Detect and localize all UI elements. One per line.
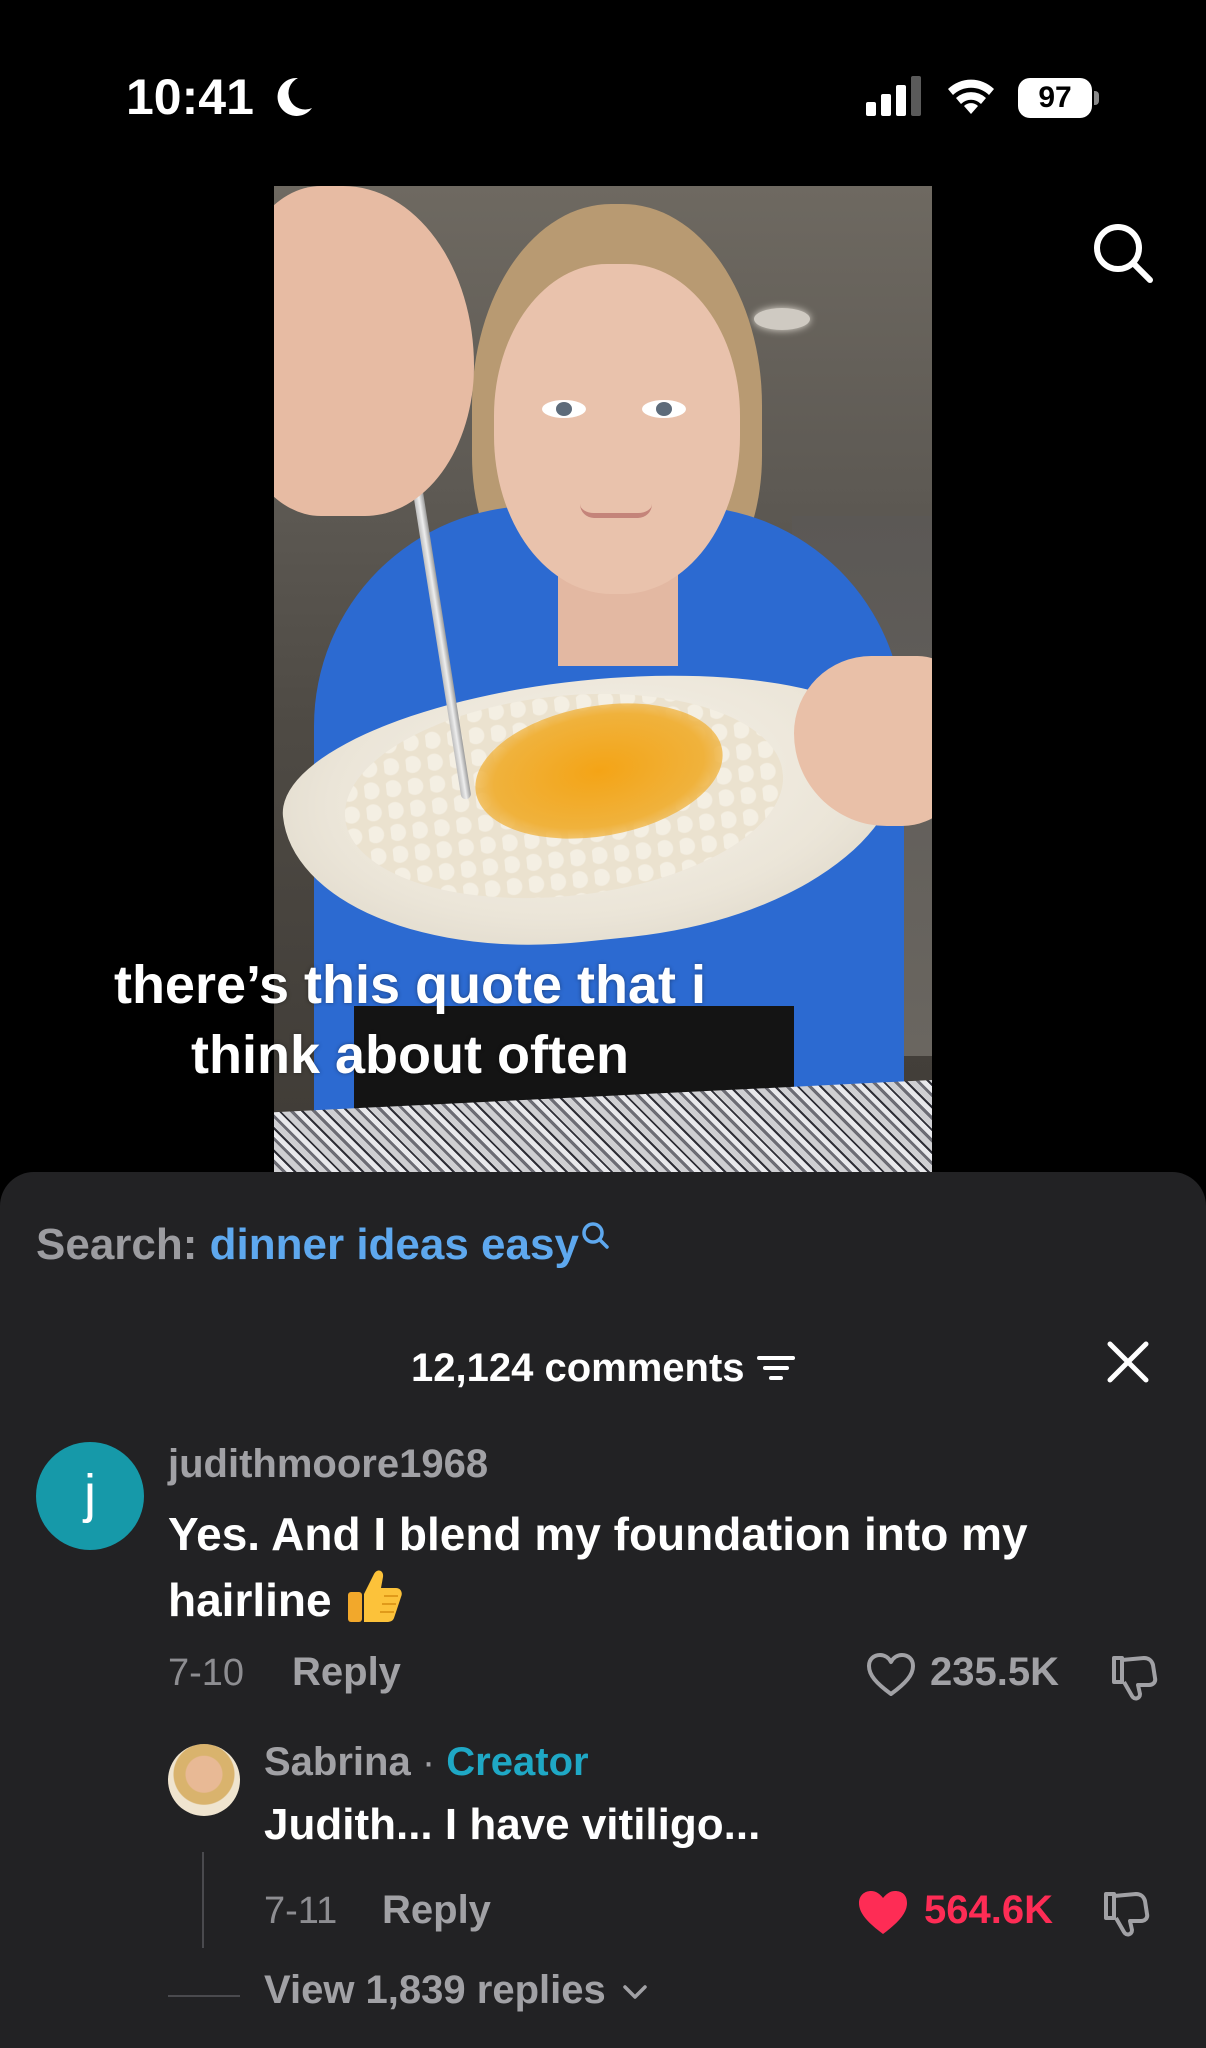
video-person-mouth	[580, 504, 652, 518]
reply-avatar[interactable]	[168, 1744, 240, 1816]
video-person-eye-right	[642, 400, 686, 418]
caption-line-2: think about often	[191, 1025, 629, 1085]
separator-dot: ·	[421, 1740, 436, 1784]
thumbs-up-icon	[348, 1570, 403, 1622]
status-time: 10:41	[126, 69, 254, 125]
chevron-down-icon	[623, 1985, 647, 2000]
video-person-eye-left	[542, 400, 586, 418]
search-label: Search:	[36, 1220, 210, 1269]
sort-icon[interactable]	[756, 1353, 795, 1383]
video-person-face	[494, 264, 740, 594]
dislike-icon[interactable]	[1108, 1652, 1158, 1702]
tiktok-comments-screen: 10:41 97 there’s this quote that i think…	[0, 0, 1206, 2048]
video-ceiling-light	[754, 308, 810, 330]
reply-username-row[interactable]: Sabrina · Creator	[264, 1740, 589, 1785]
thread-line	[202, 1852, 204, 1948]
heart-filled-icon[interactable]	[856, 1888, 910, 1938]
search-icon[interactable]	[1090, 220, 1156, 286]
creator-badge: Creator	[446, 1740, 589, 1784]
reply-like-count: 564.6K	[924, 1888, 1053, 1932]
search-query-link[interactable]: dinner ideas easy	[210, 1220, 579, 1269]
moon-icon	[277, 77, 312, 116]
wifi-icon	[948, 79, 994, 114]
reply-date: 7-11	[264, 1890, 338, 1932]
close-icon[interactable]	[1104, 1338, 1152, 1386]
comments-count: 12,124 comments	[411, 1346, 745, 1390]
reply-button[interactable]: Reply	[292, 1650, 401, 1695]
view-replies-label[interactable]: View 1,839 replies	[264, 1968, 606, 2012]
divider	[168, 1995, 240, 1997]
comment-text-body: Yes. And I blend my foundation into my h…	[168, 1508, 1028, 1626]
reply-text: Judith... I have vitiligo...	[264, 1800, 761, 1849]
view-replies-button[interactable]: View 1,839 replies	[264, 1968, 649, 2013]
comment-username[interactable]: judithmoore1968	[168, 1442, 488, 1487]
reply-username[interactable]: Sabrina	[264, 1740, 411, 1784]
comments-header: 12,124 comments	[0, 1338, 1206, 1398]
comment-date: 7-10	[168, 1652, 245, 1694]
battery-icon: 97	[1018, 78, 1099, 118]
search-suggestion[interactable]: Search: dinner ideas easy	[36, 1220, 613, 1270]
heart-icon[interactable]	[866, 1652, 916, 1698]
dislike-icon[interactable]	[1100, 1888, 1150, 1938]
reply-button[interactable]: Reply	[382, 1888, 491, 1933]
comment-text: Yes. And I blend my foundation into my h…	[168, 1502, 1128, 1632]
battery-level: 97	[1018, 78, 1092, 118]
like-count: 235.5K	[930, 1650, 1059, 1694]
comments-sheet: Search: dinner ideas easy 12,124 comment…	[0, 1172, 1206, 2048]
video-caption: there’s this quote that i think about of…	[100, 950, 720, 1090]
battery-tip	[1094, 91, 1099, 105]
search-small-icon	[582, 1222, 609, 1249]
avatar[interactable]: j	[36, 1442, 144, 1550]
caption-line-1: there’s this quote that i	[113, 955, 707, 1015]
status-bar: 10:41 97	[0, 0, 1206, 150]
video-hand-left	[274, 186, 474, 516]
signal-icon	[866, 76, 921, 116]
